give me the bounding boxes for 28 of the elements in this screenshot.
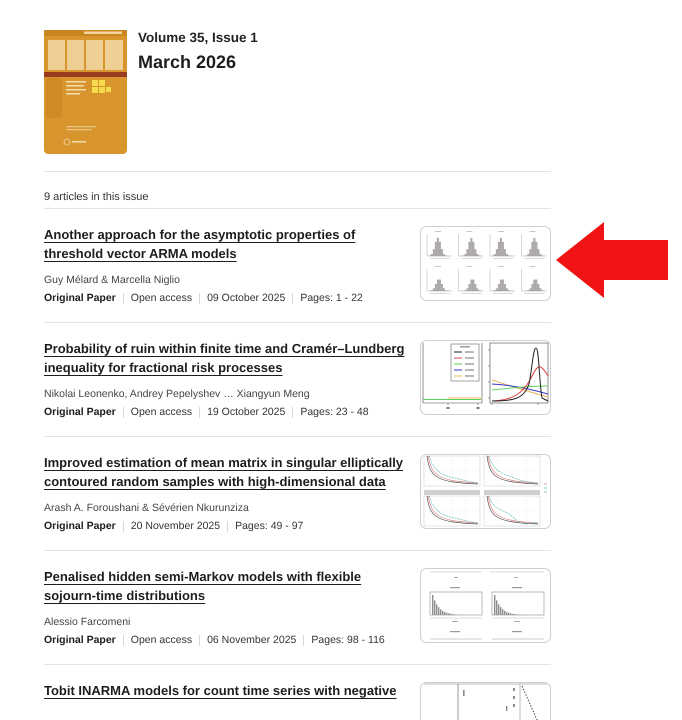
access-label: Open access bbox=[130, 405, 192, 420]
article-type: Original Paper bbox=[44, 291, 116, 306]
article-title-link[interactable]: Probability of ruin within finite time and Cramér–Lundberg inequality for fractional risk processes bbox=[44, 339, 408, 377]
article-authors: Alessio Farcomeni bbox=[44, 615, 130, 630]
article-title-link[interactable]: Penalised hidden semi-Markov models with flexible sojourn-time distributions bbox=[44, 567, 408, 605]
publication-date: 06 November 2025 bbox=[207, 633, 296, 648]
issue-date: March 2026 bbox=[138, 51, 236, 73]
article-type: Original Paper bbox=[44, 633, 116, 648]
article-title-link[interactable]: Tobit INARMA models for count time series with negative bbox=[44, 681, 408, 700]
left-arrow-icon bbox=[556, 222, 668, 298]
article-type: Original Paper bbox=[44, 405, 116, 420]
page-range: Pages: 1 - 22 bbox=[300, 291, 363, 306]
page-range: Pages: 98 - 116 bbox=[311, 633, 385, 648]
article-authors: Nikolai Leonenko, Andrey Pepelyshev … Xiangyun Meng bbox=[44, 387, 310, 402]
article-type: Original Paper bbox=[44, 519, 116, 534]
article-authors: Arash A. Foroushani & Sévérien Nkurunziza bbox=[44, 501, 249, 516]
page-range: Pages: 49 - 97 bbox=[235, 519, 304, 534]
access-label: Open access bbox=[130, 291, 192, 306]
article-authors: Guy Mélard & Marcella Niglio bbox=[44, 273, 180, 288]
volume-issue: Volume 35, Issue 1 bbox=[138, 30, 258, 46]
publication-date: 09 October 2025 bbox=[207, 291, 286, 306]
article-title-link[interactable]: Another approach for the asymptotic properties of threshold vector ARMA models bbox=[44, 225, 408, 263]
page-range: Pages: 23 - 48 bbox=[300, 405, 369, 420]
article-title-link[interactable]: Improved estimation of mean matrix in singular elliptically contoured random samples with high-dimensional data bbox=[44, 453, 408, 491]
publication-date: 19 October 2025 bbox=[207, 405, 286, 420]
publication-date: 20 November 2025 bbox=[130, 519, 220, 534]
access-label: Open access bbox=[130, 633, 192, 648]
article-count: 9 articles in this issue bbox=[44, 190, 149, 205]
